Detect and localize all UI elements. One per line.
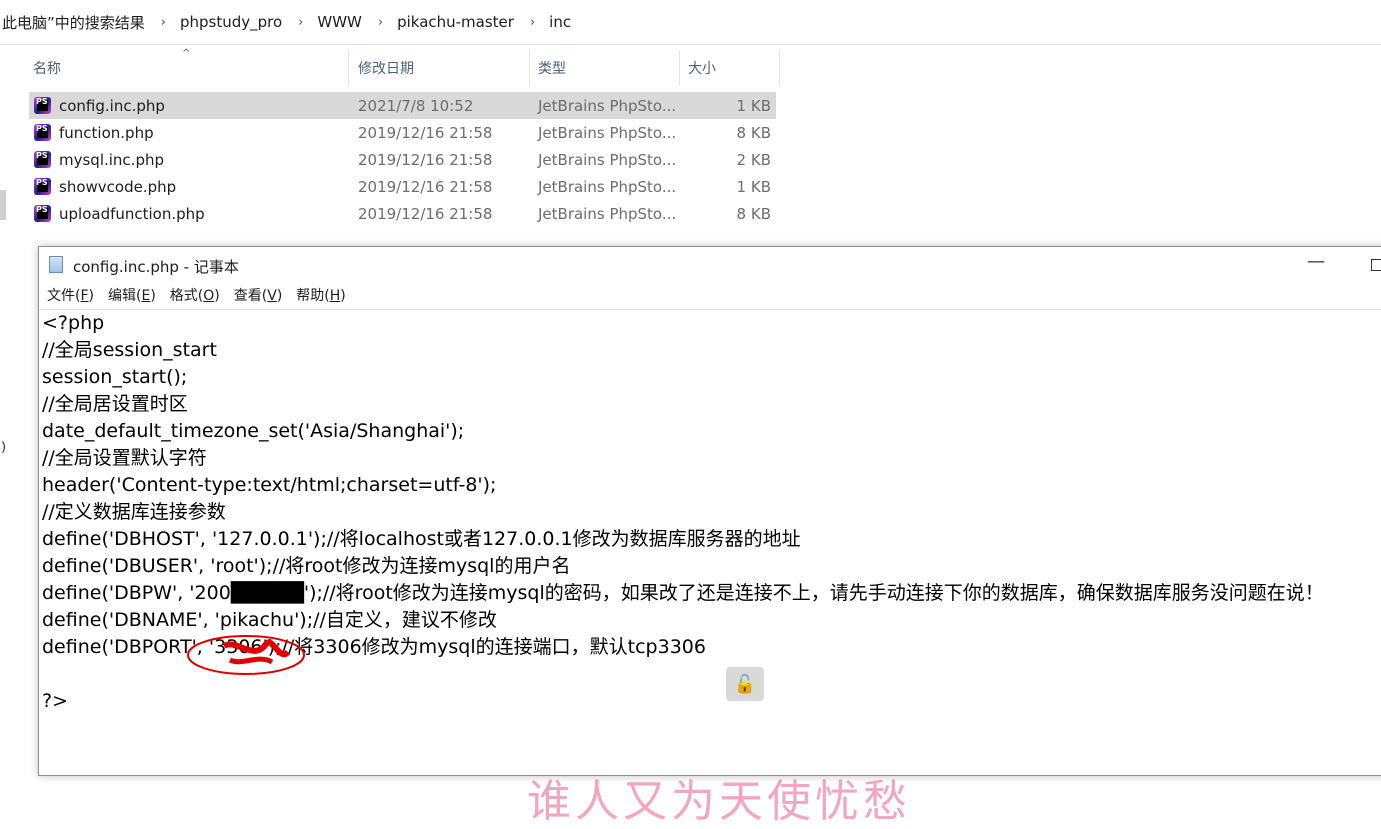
file-date: 2019/12/16 21:58 <box>358 123 493 142</box>
file-size: 1 KB <box>736 177 771 196</box>
code-line: //定义数据库连接参数 <box>42 501 226 523</box>
file-name: uploadfunction.php <box>59 204 205 223</box>
redaction-scribble <box>187 635 305 675</box>
file-row[interactable]: PS showvcode.php 2019/12/16 21:58 JetBra… <box>29 173 776 200</box>
phpstorm-file-icon: PS <box>34 178 51 195</box>
file-date: 2019/12/16 21:58 <box>358 150 493 169</box>
column-header-size[interactable]: 大小 <box>680 50 780 86</box>
file-row[interactable]: PS uploadfunction.php 2019/12/16 21:58 J… <box>29 200 776 227</box>
column-header-size-label: 大小 <box>688 61 716 77</box>
file-size: 8 KB <box>736 123 771 142</box>
notepad-window[interactable]: config.inc.php - 记事本 — 文件(F) 编辑(E) 格式(O)… <box>38 246 1381 827</box>
watermark-text: 谁人又为天使忧愁 <box>527 776 911 827</box>
menu-help[interactable]: 帮助(H) <box>296 285 345 309</box>
code-line: <?php <box>42 312 105 334</box>
column-header-type-label: 类型 <box>538 61 566 77</box>
file-name: mysql.inc.php <box>59 150 164 169</box>
column-header-name-label: 名称 <box>33 61 61 77</box>
code-line: //全局居设置时区 <box>42 393 188 415</box>
chevron-right-icon[interactable]: › <box>298 15 303 30</box>
breadcrumb-search-results[interactable]: 此电脑”中的搜索结果 <box>0 12 147 33</box>
menu-format[interactable]: 格式(O) <box>170 285 220 309</box>
file-size: 8 KB <box>736 204 771 223</box>
file-row[interactable]: PS function.php 2019/12/16 21:58 JetBrai… <box>29 119 776 146</box>
phpstorm-file-icon: PS <box>34 97 51 114</box>
unlock-icon[interactable]: 🔓 <box>726 667 764 701</box>
window-title: config.inc.php - 记事本 <box>73 258 239 276</box>
file-row[interactable]: PS config.inc.php 2021/7/8 10:52 JetBrai… <box>29 92 776 119</box>
file-name: config.inc.php <box>59 96 165 115</box>
code-line: header('Content-type:text/html;charset=u… <box>42 474 497 496</box>
breadcrumb-inc[interactable]: inc <box>547 13 573 31</box>
sort-ascending-icon: ^ <box>182 48 191 59</box>
chevron-right-icon[interactable]: › <box>530 15 535 30</box>
chevron-right-icon[interactable]: › <box>378 15 383 30</box>
code-line: define('DBPORT', '3306');//将3306修改为mysql… <box>42 636 706 658</box>
address-breadcrumb[interactable]: 此电脑”中的搜索结果 › phpstudy_pro › WWW › pikach… <box>0 0 1381 45</box>
code-line: date_default_timezone_set('Asia/Shanghai… <box>42 420 465 442</box>
breadcrumb-pikachu-master[interactable]: pikachu-master <box>395 13 516 31</box>
code-line: define('DBUSER', 'root');//将root修改为连接mys… <box>42 555 571 577</box>
chevron-right-icon[interactable]: › <box>161 15 166 30</box>
code-line: define('DBHOST', '127.0.0.1');//将localho… <box>42 528 801 550</box>
minimize-button[interactable]: — <box>1307 251 1325 272</box>
menu-file[interactable]: 文件(F) <box>47 285 94 309</box>
menu-edit[interactable]: 编辑(E) <box>108 285 156 309</box>
phpstorm-file-icon: PS <box>34 124 51 141</box>
phpstorm-file-icon: PS <box>34 205 51 222</box>
code-line: //全局session_start <box>42 339 217 361</box>
code-line: ?> <box>42 690 69 712</box>
file-row[interactable]: PS mysql.inc.php 2019/12/16 21:58 JetBra… <box>29 146 776 173</box>
breadcrumb-www[interactable]: WWW <box>315 13 364 31</box>
file-size: 1 KB <box>736 96 771 115</box>
code-line: session_start(); <box>42 366 188 388</box>
file-type: JetBrains PhpSto... <box>538 204 677 223</box>
column-header-type[interactable]: 类型 <box>530 50 680 86</box>
file-type: JetBrains PhpSto... <box>538 123 677 142</box>
file-date: 2021/7/8 10:52 <box>358 96 474 115</box>
code-line: define('DBNAME', 'pikachu');//自定义，建议不修改 <box>42 609 497 631</box>
file-type: JetBrains PhpSto... <box>538 177 677 196</box>
column-header-date-label: 修改日期 <box>358 61 414 77</box>
clipped-left-text: ) <box>1 440 7 455</box>
notepad-icon <box>49 256 63 273</box>
file-name: showvcode.php <box>59 177 177 196</box>
file-date: 2019/12/16 21:58 <box>358 204 493 223</box>
notepad-menubar: 文件(F) 编辑(E) 格式(O) 查看(V) 帮助(H) <box>39 285 352 309</box>
file-date: 2019/12/16 21:58 <box>358 177 493 196</box>
text-editor[interactable]: <?php //全局session_start session_start();… <box>39 309 1381 827</box>
file-size: 2 KB <box>736 150 771 169</box>
column-header-date[interactable]: 修改日期 <box>350 50 530 86</box>
code-line: define('DBPW', '200█████');//将root修改为连接m… <box>42 582 1324 604</box>
breadcrumb-phpstudy-pro[interactable]: phpstudy_pro <box>178 13 284 31</box>
code-line: //全局设置默认字符 <box>42 447 207 469</box>
file-type: JetBrains PhpSto... <box>538 96 677 115</box>
file-name: function.php <box>59 123 154 142</box>
notepad-titlebar[interactable]: config.inc.php - 记事本 — <box>39 247 1381 283</box>
file-type: JetBrains PhpSto... <box>538 150 677 169</box>
navigation-pane-scrollbar[interactable] <box>0 190 6 220</box>
maximize-button[interactable] <box>1371 259 1381 271</box>
phpstorm-file-icon: PS <box>34 151 51 168</box>
menu-view[interactable]: 查看(V) <box>234 285 283 309</box>
